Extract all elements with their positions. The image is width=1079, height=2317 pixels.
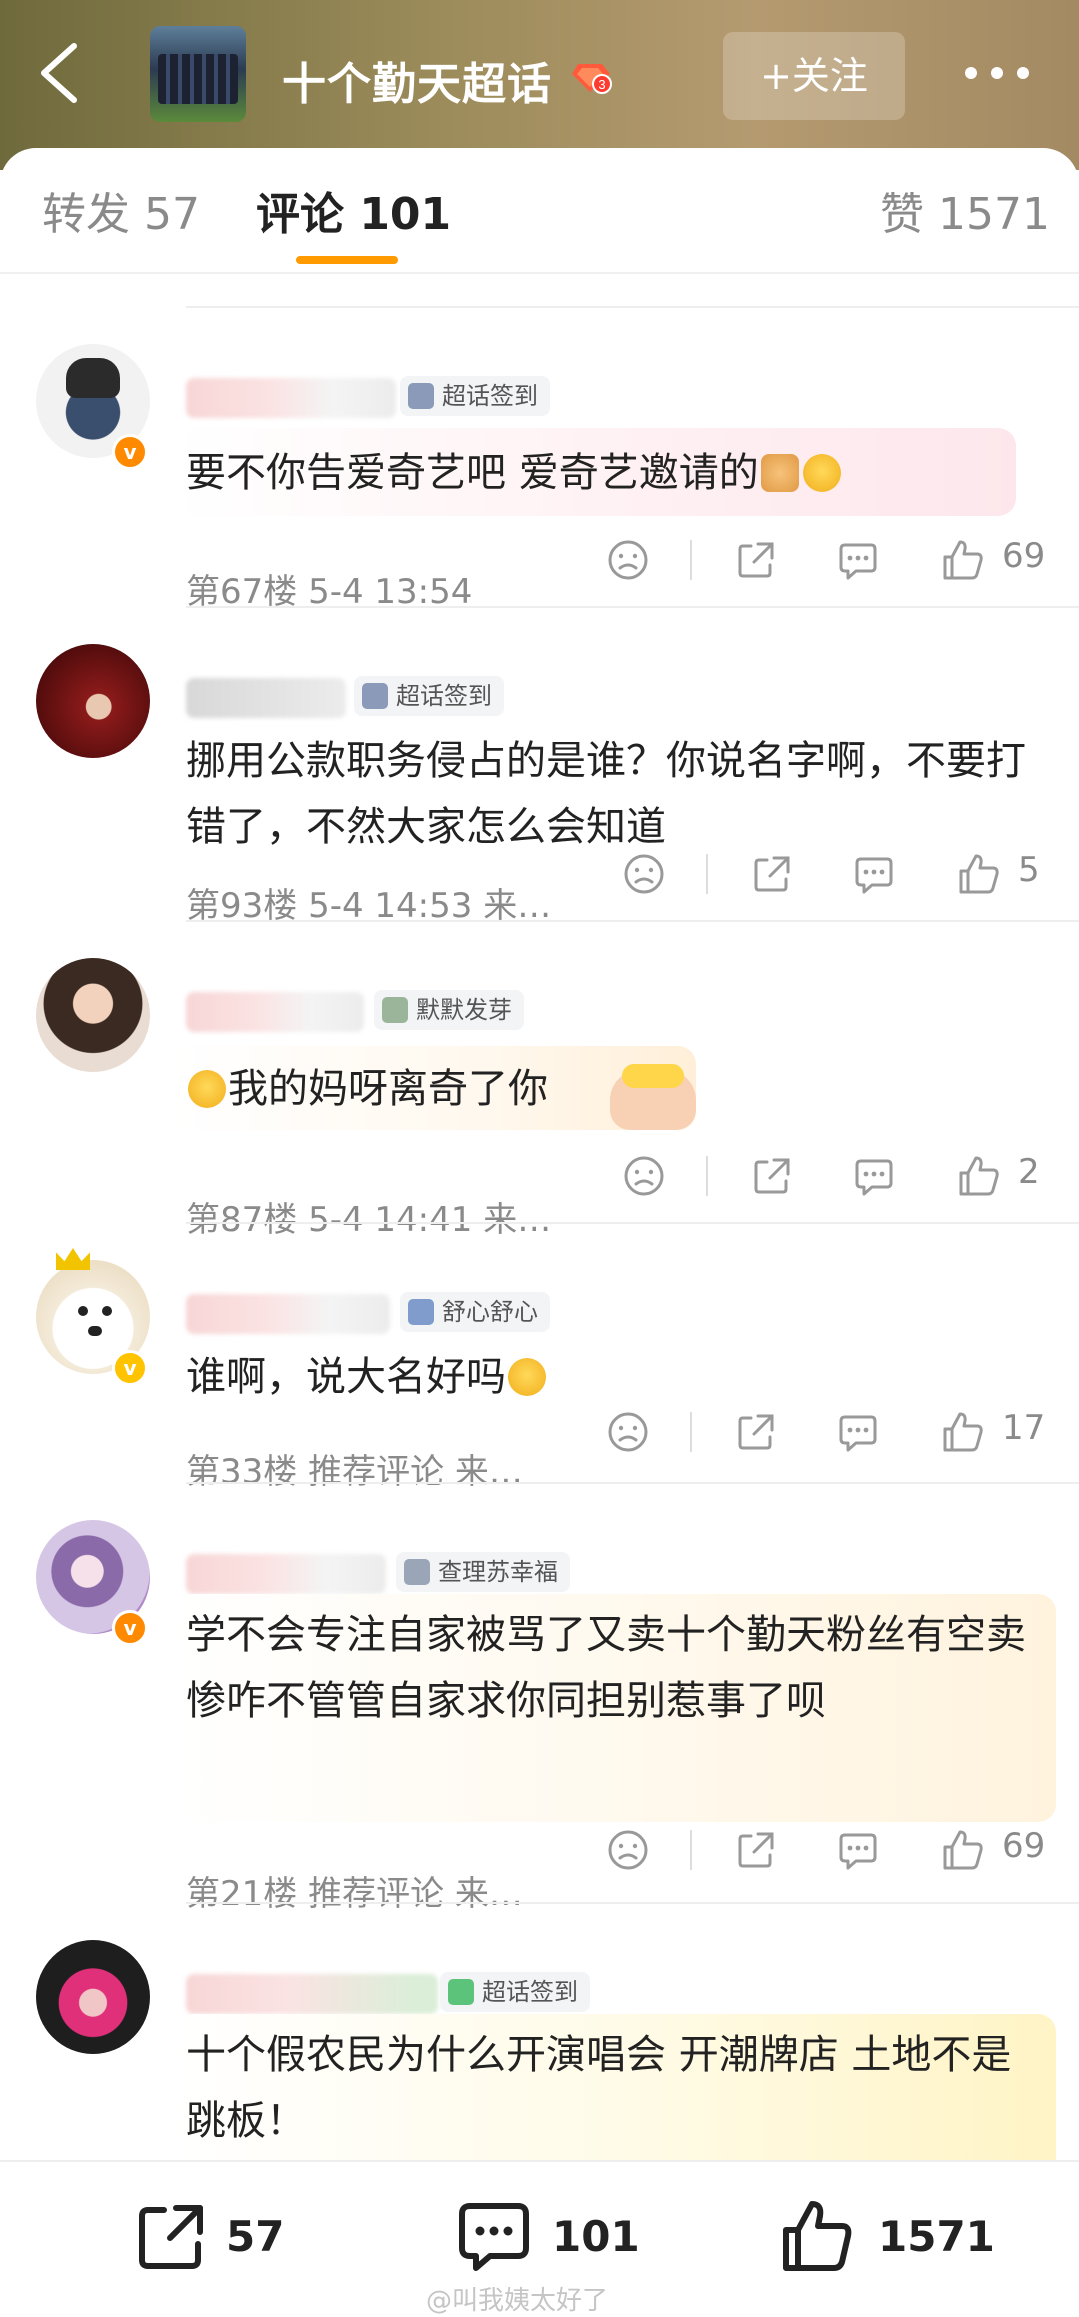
divider [0,272,1079,274]
sprout-icon [382,997,408,1023]
smug-emoji-icon [188,1070,226,1108]
supertopic-avatar[interactable] [150,26,246,122]
comment-like-count[interactable]: 69 [1002,536,1045,576]
comment-like-count[interactable]: 17 [1002,1408,1045,1448]
watermark: @叫我姨太好了 [426,2286,609,2316]
divider [186,1222,1079,1224]
crown-icon [56,1248,90,1270]
checkin-icon [408,383,434,409]
svg-text:3: 3 [598,77,605,92]
verified-badge-icon: v [112,434,148,470]
comment-text: 十个假农民为什么开演唱会 开潮牌店 土地不是跳板！ [186,2032,1012,2144]
comment-item: 默默发芽 我的妈呀离奇了你 第87楼 5-4 14:41 来… [0,920,1079,1240]
comment-item: v 超话签到 要不你告爱奇艺吧 爱奇艺邀请的 第67楼 5-4 13:54 [0,306,1079,612]
comment-text: 要不你告爱奇艺吧 爱奇艺邀请的 [186,440,1046,506]
repost-count[interactable]: 57 [226,2212,284,2261]
dislike-face-icon[interactable] [622,852,666,896]
share-icon[interactable] [734,538,778,582]
more-options-icon[interactable] [962,58,1032,88]
tab-likes[interactable]: 赞 1571 [880,178,1050,242]
thumbs-up-emoji-icon [760,454,799,492]
repost-icon[interactable] [134,2198,210,2278]
comment-panel: 转发 57 评论 101 赞 1571 v 超话签到 要不你告爱奇艺吧 爱奇艺邀… [0,148,1079,2317]
like-icon[interactable] [940,538,984,582]
like-icon[interactable] [956,1154,1000,1198]
divider [186,306,1079,308]
username-blurred[interactable] [186,1974,438,2014]
fish-icon [408,1299,434,1325]
user-tag[interactable]: 默默发芽 [374,990,524,1030]
checkin-icon [362,683,388,709]
top-bar: 十个勤天超话 3 +关注 [0,0,1079,170]
reply-icon[interactable] [852,852,896,896]
tab-bar: 转发 57 评论 101 赞 1571 [0,148,1079,274]
pleading-emoji-icon [508,1358,546,1396]
comment-like-count[interactable]: 69 [1002,1826,1045,1866]
dislike-face-icon[interactable] [606,1828,650,1872]
like-icon[interactable] [940,1828,984,1872]
dislike-face-icon[interactable] [622,1154,666,1198]
separator [706,1156,708,1196]
dislike-face-icon[interactable] [606,1410,650,1454]
avatar[interactable] [36,1940,150,2054]
like-icon[interactable] [956,852,1000,896]
follow-button[interactable]: +关注 [723,32,905,120]
like-icon[interactable] [940,1410,984,1454]
reply-icon[interactable] [836,1410,880,1454]
separator [690,1830,692,1870]
separator [690,540,692,580]
separator [706,854,708,894]
verified-badge-icon: v [112,1610,148,1646]
share-icon[interactable] [734,1410,778,1454]
username-blurred[interactable] [186,992,364,1032]
comment-text: 谁啊，说大名好吗 [186,1344,1046,1410]
divider [186,1482,1079,1484]
user-tag[interactable]: 超话签到 [440,1972,590,2012]
user-tag[interactable]: 舒心舒心 [400,1292,550,1332]
back-icon[interactable] [30,38,90,108]
divider [186,920,1079,922]
share-icon[interactable] [734,1828,778,1872]
like-icon[interactable] [778,2198,854,2278]
pig-sticker-icon [610,1064,696,1130]
dislike-face-icon[interactable] [606,538,650,582]
username-blurred[interactable] [186,678,346,718]
avatar[interactable] [36,958,150,1072]
divider [186,606,1079,608]
comment-item: 超话签到 挪用公款职务侵占的是谁？你说名字啊，不要打错了，不然大家怎么会知道 第… [0,606,1079,926]
comment-text: 学不会专注自家被骂了又卖十个勤天粉丝有空卖惨咋不管管自家求你同担别惹事了呗 [186,1612,1026,1724]
verified-badge-icon: v [112,1350,148,1386]
separator [690,1412,692,1452]
avatar[interactable] [36,644,150,758]
reply-icon[interactable] [836,538,880,582]
level-badge-icon: 3 [572,60,612,94]
share-icon[interactable] [750,1154,794,1198]
comment-item: 超话签到 十个假农民为什么开演唱会 开潮牌店 土地不是跳板！ [0,1902,1079,2174]
reply-icon[interactable] [836,1828,880,1872]
tab-comments[interactable]: 评论 101 [256,178,451,242]
reply-icon[interactable] [852,1154,896,1198]
user-tag[interactable]: 超话签到 [354,676,504,716]
user-tag[interactable]: 超话签到 [400,376,550,416]
username-blurred[interactable] [186,1294,390,1334]
user-tag[interactable]: 查理苏幸福 [396,1552,570,1592]
username-blurred[interactable] [186,1554,386,1594]
comment-text: 挪用公款职务侵占的是谁？你说名字啊，不要打错了，不然大家怎么会知道 [186,738,1026,850]
comment-like-count[interactable]: 5 [1018,850,1040,890]
comment-like-count[interactable]: 2 [1018,1152,1040,1192]
tab-reposts[interactable]: 转发 57 [42,178,200,242]
active-tab-indicator [296,256,398,264]
folder-icon [404,1559,430,1585]
divider [186,1902,1079,1904]
comment-count[interactable]: 101 [552,2212,640,2261]
checkin-green-icon [448,1979,474,2005]
smile-emoji-icon [802,454,841,492]
username-blurred[interactable] [186,378,396,418]
supertopic-title[interactable]: 十个勤天超话 [282,48,552,112]
comment-item: v 查理苏幸福 学不会专注自家被骂了又卖十个勤天粉丝有空卖惨咋不管管自家求你同担… [0,1482,1079,1914]
comment-item: v 舒心舒心 谁啊，说大名好吗 第33楼 推荐评论 来… [0,1222,1079,1492]
like-count[interactable]: 1571 [878,2212,995,2261]
comment-icon[interactable] [456,2198,532,2278]
share-icon[interactable] [750,852,794,896]
